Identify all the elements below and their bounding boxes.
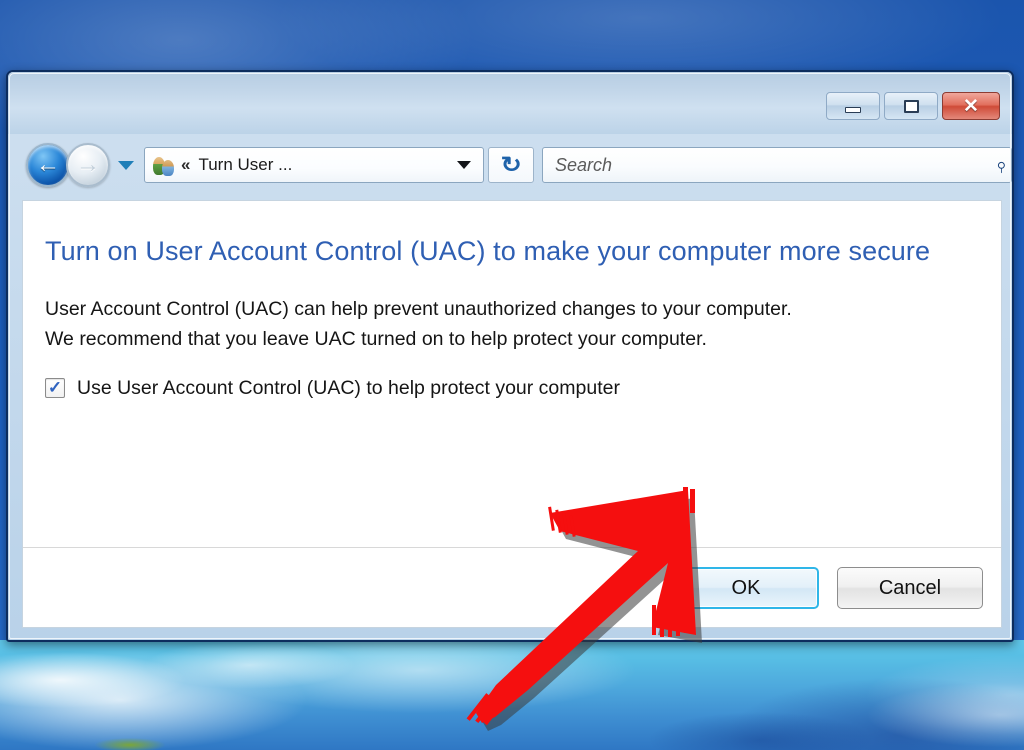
refresh-button[interactable]: ↻ [488,147,534,183]
dialog-button-row: OK Cancel [673,567,983,609]
maximize-icon [903,99,919,113]
cancel-button[interactable]: Cancel [837,567,983,609]
uac-checkbox[interactable]: ✓ [45,377,65,399]
desktop-foliage [95,738,165,750]
window-controls-group: ✕ [826,92,1000,120]
address-bar[interactable]: « Turn User ... [144,147,484,183]
search-input[interactable]: Search [555,155,996,176]
uac-checkbox-label: Use User Account Control (UAC) to help p… [77,376,620,399]
chevron-down-icon [457,161,471,169]
chevron-down-icon [118,160,134,170]
recent-pages-button[interactable] [116,160,136,170]
uac-checkbox-row[interactable]: ✓ Use User Account Control (UAC) to help… [45,377,979,400]
ok-button[interactable]: OK [673,567,819,609]
description-line-2: We recommend that you leave UAC turned o… [45,328,707,351]
back-arrow-icon: ← [36,151,60,178]
desktop-background: ✕ ← → « Turn User ... ↻ Search ⌕ Turn on… [0,0,1024,750]
window-titlebar: ✕ [8,72,1012,134]
forward-arrow-icon: → [76,151,100,178]
forward-button[interactable]: → [66,143,110,187]
address-bar-text: Turn User ... [198,155,293,174]
back-button[interactable]: ← [26,143,70,187]
close-icon: ✕ [963,95,979,117]
description-line-1: User Account Control (UAC) can help prev… [45,298,792,321]
refresh-icon: ↻ [500,152,522,177]
minimize-icon [845,107,861,113]
content-separator [23,547,1001,548]
desktop-wallpaper-lower [0,640,1024,750]
cloud-layer [0,640,1024,750]
maximize-button[interactable] [884,92,938,120]
address-dropdown-button[interactable] [447,148,481,182]
search-box[interactable]: Search ⌕ [542,147,1012,183]
breadcrumb-overflow-chevron[interactable]: « [181,155,190,175]
close-button[interactable]: ✕ [942,92,1000,120]
page-title: Turn on User Account Control (UAC) to ma… [45,236,931,266]
content-pane: Turn on User Account Control (UAC) to ma… [22,200,1002,628]
description-text: User Account Control (UAC) can help prev… [45,294,979,355]
navigation-toolbar: ← → « Turn User ... ↻ Search ⌕ [8,134,1012,196]
minimize-button[interactable] [826,92,880,120]
user-accounts-icon [153,154,175,176]
checkmark-icon: ✓ [47,377,63,397]
uac-settings-window: ✕ ← → « Turn User ... ↻ Search ⌕ Turn on… [6,70,1014,642]
